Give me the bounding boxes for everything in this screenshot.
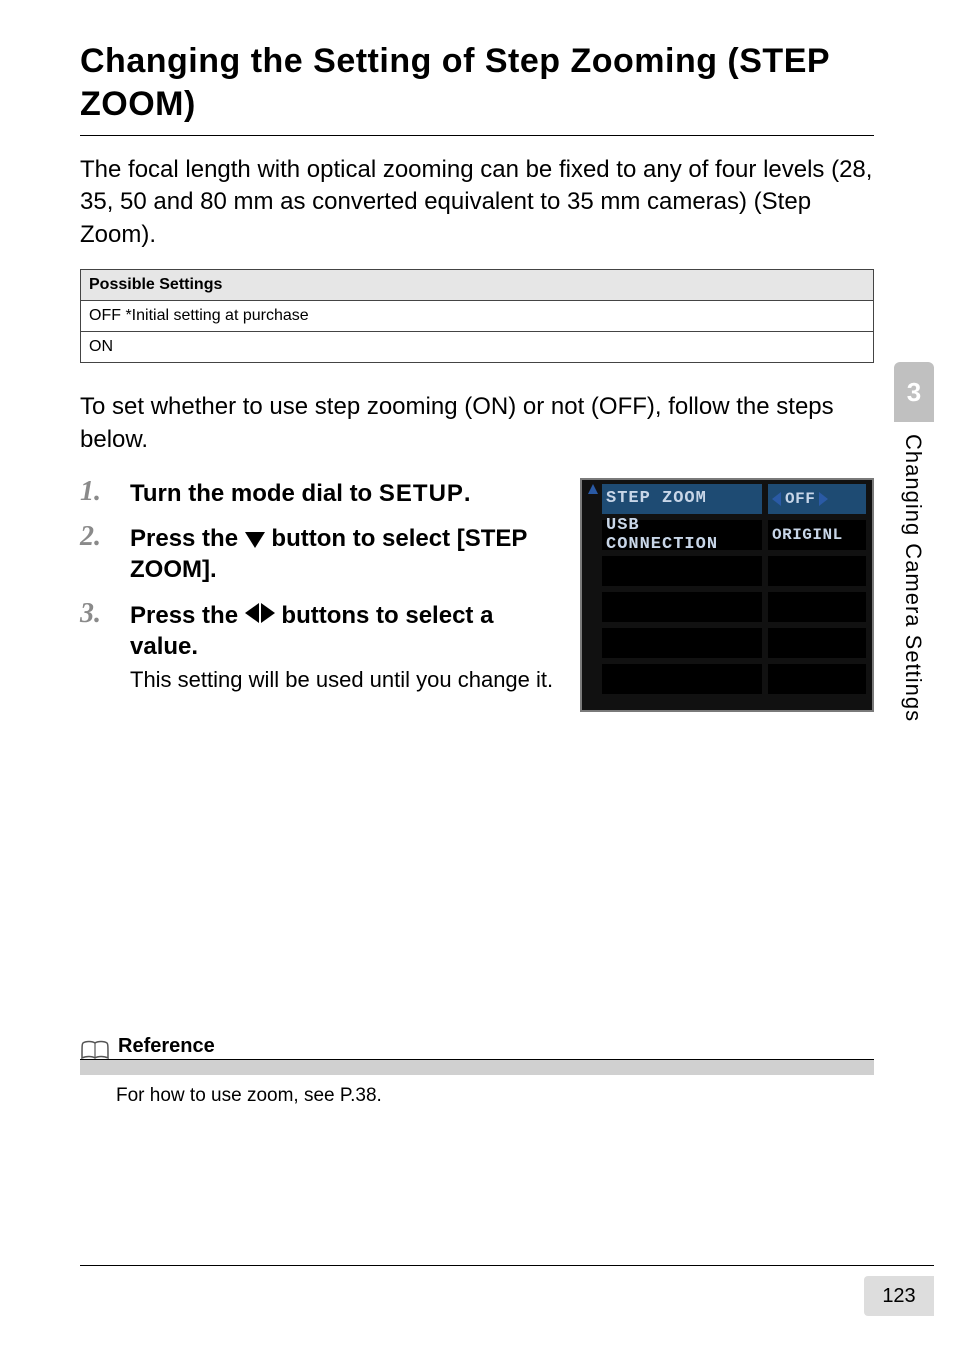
- instructions-paragraph: To set whether to use step zooming (ON) …: [80, 391, 874, 456]
- lcd-row: [602, 664, 866, 694]
- step-text: Press the: [130, 602, 245, 629]
- lcd-row: USB CONNECTION ORIGINL: [602, 520, 866, 550]
- lcd-row: [602, 628, 866, 658]
- settings-header: Possible Settings: [81, 270, 874, 301]
- settings-row: OFF *Initial setting at purchase: [81, 301, 874, 332]
- step-text: Press the: [130, 525, 245, 552]
- step-text: Turn the mode dial to: [130, 480, 379, 507]
- reference-title: Reference: [118, 1035, 215, 1060]
- step-item: Press the button to select [STEP ZOOM].: [80, 523, 560, 585]
- step-text: .: [464, 480, 471, 507]
- lcd-label: [602, 628, 762, 658]
- lcd-value: [768, 556, 866, 586]
- right-arrow-icon: [261, 603, 275, 623]
- possible-settings-table: Possible Settings OFF *Initial setting a…: [80, 269, 874, 363]
- value-left-arrow-icon: [772, 492, 781, 506]
- lcd-value: [768, 628, 866, 658]
- book-icon: [80, 1036, 110, 1060]
- scroll-up-icon: [588, 484, 598, 494]
- lcd-value: ORIGINL: [768, 520, 866, 550]
- lcd-value: [768, 664, 866, 694]
- lcd-label: USB CONNECTION: [602, 520, 762, 550]
- lcd-row-selected: STEP ZOOM OFF: [602, 484, 866, 514]
- settings-row: ON: [81, 332, 874, 363]
- chapter-number: 3: [894, 362, 934, 422]
- lcd-value: [768, 592, 866, 622]
- step-title: Turn the mode dial to SETUP.: [130, 478, 560, 509]
- footer-rule: [80, 1265, 934, 1266]
- lcd-row: [602, 556, 866, 586]
- left-right-arrows-icon: [245, 603, 275, 623]
- reference-bar: [80, 1059, 874, 1075]
- page-heading: Changing the Setting of Step Zooming (ST…: [80, 40, 874, 125]
- value-right-arrow-icon: [819, 492, 828, 506]
- chapter-side-tab: 3 Changing Camera Settings: [894, 362, 934, 722]
- lcd-row: [602, 592, 866, 622]
- lcd-label: [602, 556, 762, 586]
- step-item: Turn the mode dial to SETUP.: [80, 478, 560, 509]
- lcd-value: OFF: [768, 484, 866, 514]
- camera-lcd-screenshot: STEP ZOOM OFF USB CONNECTION ORIGINL: [580, 478, 874, 712]
- page-number: 123: [864, 1276, 934, 1316]
- lcd-label: [602, 664, 762, 694]
- chapter-title: Changing Camera Settings: [894, 422, 932, 722]
- step-body: This setting will be used until you chan…: [130, 666, 560, 695]
- heading-rule: [80, 135, 874, 136]
- reference-body: For how to use zoom, see P.38.: [80, 1085, 874, 1107]
- intro-paragraph: The focal length with optical zooming ca…: [80, 154, 874, 251]
- down-arrow-icon: [245, 532, 265, 548]
- step-title: Press the buttons to select a value.: [130, 600, 560, 662]
- step-title: Press the button to select [STEP ZOOM].: [130, 523, 560, 585]
- left-arrow-icon: [245, 603, 259, 623]
- lcd-label: STEP ZOOM: [602, 484, 762, 514]
- steps-list: Turn the mode dial to SETUP. Press the b…: [80, 478, 560, 695]
- reference-box: Reference For how to use zoom, see P.38.: [80, 1035, 874, 1107]
- lcd-label: [602, 592, 762, 622]
- step-item: Press the buttons to select a value. Thi…: [80, 600, 560, 695]
- lcd-value-text: OFF: [785, 490, 815, 508]
- setup-mode-label: SETUP: [379, 480, 464, 507]
